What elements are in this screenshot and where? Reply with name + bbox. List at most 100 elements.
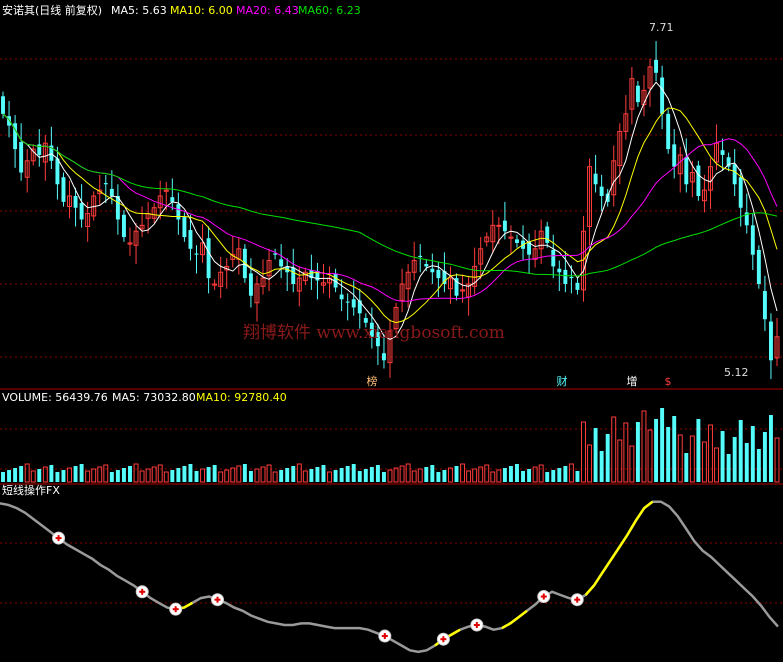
- volume-bar: [315, 467, 320, 482]
- volume-bar: [194, 471, 199, 482]
- volume-bar: [387, 469, 393, 483]
- volume-bar: [133, 463, 139, 483]
- candle-body: [756, 249, 761, 284]
- volume-bar: [641, 410, 647, 483]
- volume-bar: [756, 449, 761, 482]
- indicator-curve: [0, 500, 779, 654]
- volume-bar: [629, 445, 635, 483]
- volume-bar: [157, 464, 163, 483]
- volume-bar: [121, 468, 126, 482]
- candle-body: [73, 196, 78, 208]
- candle-body: [248, 273, 253, 296]
- low-price-label: 5.12: [724, 366, 749, 379]
- volume-bar: [647, 429, 653, 483]
- volume-bar: [551, 470, 556, 482]
- volume-bar: [309, 469, 314, 482]
- volume-bar: [448, 467, 453, 483]
- volume-bar: [109, 472, 114, 482]
- volume-bar: [218, 471, 224, 483]
- candle-body: [545, 226, 550, 243]
- volume-bar: [363, 469, 368, 482]
- ma60-label: MA60: 6.23: [298, 4, 361, 17]
- volume-bar: [19, 466, 24, 482]
- volume-bar: [768, 415, 773, 482]
- volume-bar: [357, 471, 362, 482]
- volume-bar: [236, 465, 242, 483]
- candle-body: [19, 142, 24, 173]
- watermark: 翔博软件 www.xiangbosoft.com: [243, 323, 505, 343]
- candle-body: [436, 269, 441, 279]
- volume-bar: [67, 467, 72, 483]
- volume-bar: [460, 463, 466, 483]
- candle-body: [194, 253, 199, 255]
- volume-bar: [738, 420, 743, 482]
- volume-bar: [200, 468, 206, 483]
- volume-bar: [333, 470, 338, 482]
- volume-bar: [103, 464, 109, 483]
- candle-body: [593, 173, 598, 185]
- candle-body: [279, 259, 284, 267]
- volume-bar: [593, 428, 598, 482]
- volume-bar: [545, 472, 550, 482]
- candle-body: [660, 77, 665, 114]
- volume-bar: [230, 467, 236, 483]
- candle-body: [672, 144, 677, 167]
- volume-bar: [538, 464, 544, 483]
- volume-bar: [611, 416, 617, 483]
- volume-bar: [128, 466, 132, 482]
- volume-ma10-label: MA10: 92780.40: [196, 391, 287, 404]
- volume-bar: [454, 466, 459, 482]
- volume-bar: [430, 465, 435, 482]
- event-marker: 增: [627, 374, 638, 388]
- high-price-label: 7.71: [649, 21, 674, 34]
- volume-bar: [145, 468, 151, 483]
- volume-bar: [248, 471, 253, 482]
- volume-bar: [285, 468, 290, 482]
- volume-bar: [399, 465, 405, 483]
- volume-bar: [654, 419, 659, 482]
- volume-bar: [55, 472, 60, 482]
- volume-bar: [521, 471, 525, 482]
- candle-body: [55, 158, 60, 185]
- candle-body: [720, 150, 725, 155]
- chart-canvas: 榜 财 增 $ 安诺其(日线 前复权) MA5: 5.63 MA10: 6.00 MA…: [0, 3, 783, 654]
- event-marker: 榜: [367, 374, 378, 388]
- ma20-label: MA20: 6.43: [236, 4, 299, 17]
- volume-bar: [563, 466, 568, 482]
- volume-ma5-label: MA5: 73032.80: [112, 391, 196, 404]
- volume-bar: [689, 435, 695, 483]
- volume-bar: [417, 468, 423, 483]
- candle-body: [381, 353, 386, 361]
- volume-bar: [375, 465, 380, 482]
- candle-body: [170, 197, 175, 202]
- volume-bar: [708, 424, 713, 483]
- volume-bar: [508, 466, 513, 482]
- volume-bar: [73, 466, 78, 482]
- volume-bar: [436, 472, 441, 482]
- volume-bar: [266, 464, 272, 483]
- volume-bars: [1, 408, 780, 483]
- volume-bar: [635, 422, 640, 482]
- candle-body: [1, 96, 5, 114]
- volume-bar: [411, 470, 417, 483]
- volume-bar: [302, 470, 308, 483]
- stock-chart: 榜 财 增 $ 安诺其(日线 前复权) MA5: 5.63 MA10: 6.00 MA…: [0, 0, 783, 662]
- volume-bar: [224, 469, 230, 483]
- volume-bar: [623, 422, 629, 483]
- indicator-line: [0, 500, 779, 654]
- volume-bar: [599, 451, 604, 482]
- volume-bar: [91, 468, 97, 483]
- volume-bar: [351, 464, 356, 482]
- candle-body: [502, 220, 507, 232]
- volume-bar: [762, 432, 767, 482]
- candle-body: [424, 264, 429, 267]
- volume-bar: [484, 464, 490, 483]
- volume-bar: [732, 437, 737, 482]
- candle-body: [569, 276, 574, 279]
- volume-bar: [672, 416, 677, 482]
- volume-bar: [750, 426, 755, 482]
- indicator-highlight: [584, 500, 654, 596]
- volume-bar: [442, 470, 447, 482]
- volume-bar: [617, 439, 623, 483]
- candle-body: [738, 177, 743, 208]
